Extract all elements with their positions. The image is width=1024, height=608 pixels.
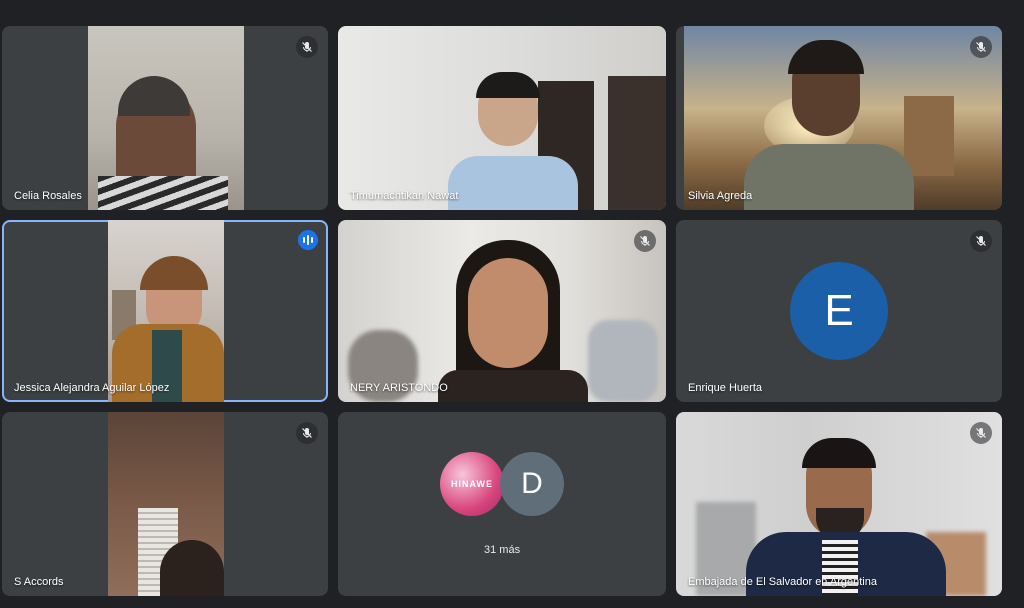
- participant-tile-celia-rosales[interactable]: Celia Rosales: [2, 26, 328, 210]
- logo-text: HINAWE: [451, 479, 493, 489]
- participant-video: [108, 220, 224, 402]
- participant-tile-timumachtikan-nawat[interactable]: Timumachtikan Nawat: [338, 26, 666, 210]
- avatar-initial: D: [521, 467, 543, 500]
- participant-tile-enrique-huerta[interactable]: E Enrique Huerta: [676, 220, 1002, 402]
- participant-tile-s-accords[interactable]: S Accords: [2, 412, 328, 596]
- participant-tile-silvia-agreda[interactable]: Silvia Agreda: [676, 26, 1002, 210]
- participant-avatar-d: D: [500, 452, 564, 516]
- mic-off-icon: [296, 422, 318, 444]
- participant-tile-embajada-el-salvador[interactable]: Embajada de El Salvador en Argentina: [676, 412, 1002, 596]
- participant-name: Enrique Huerta: [688, 382, 762, 394]
- participant-tile-nery-aristondo[interactable]: NERY ARISTONDO: [338, 220, 666, 402]
- mic-off-icon: [970, 422, 992, 444]
- mic-off-icon: [296, 36, 318, 58]
- participant-video: [108, 412, 224, 596]
- participant-video: [88, 26, 244, 210]
- participant-video: [684, 26, 1002, 210]
- participant-name: NERY ARISTONDO: [350, 382, 448, 394]
- participant-name: Celia Rosales: [14, 190, 82, 202]
- avatar: E: [790, 262, 888, 360]
- participant-name: Jessica Alejandra Aguilar López: [14, 382, 170, 394]
- mic-off-icon: [970, 36, 992, 58]
- mic-off-icon: [634, 230, 656, 252]
- audio-level-icon: [298, 230, 318, 250]
- participant-name: Silvia Agreda: [688, 190, 753, 202]
- avatar-initial: E: [824, 286, 854, 335]
- participant-name: Embajada de El Salvador en Argentina: [688, 576, 877, 588]
- participant-name: Timumachtikan Nawat: [350, 190, 459, 202]
- participant-video: [338, 220, 666, 402]
- more-participants-count: 31 más: [484, 544, 521, 556]
- participant-logo-avatar: HINAWE: [440, 452, 504, 516]
- participant-video: [338, 26, 666, 210]
- participant-video: [676, 412, 1002, 596]
- overflow-participants-tile[interactable]: HINAWE D 31 más: [338, 412, 666, 596]
- participant-name: S Accords: [14, 576, 64, 588]
- participant-tile-jessica-aguilar[interactable]: Jessica Alejandra Aguilar López: [2, 220, 328, 402]
- mic-off-icon: [970, 230, 992, 252]
